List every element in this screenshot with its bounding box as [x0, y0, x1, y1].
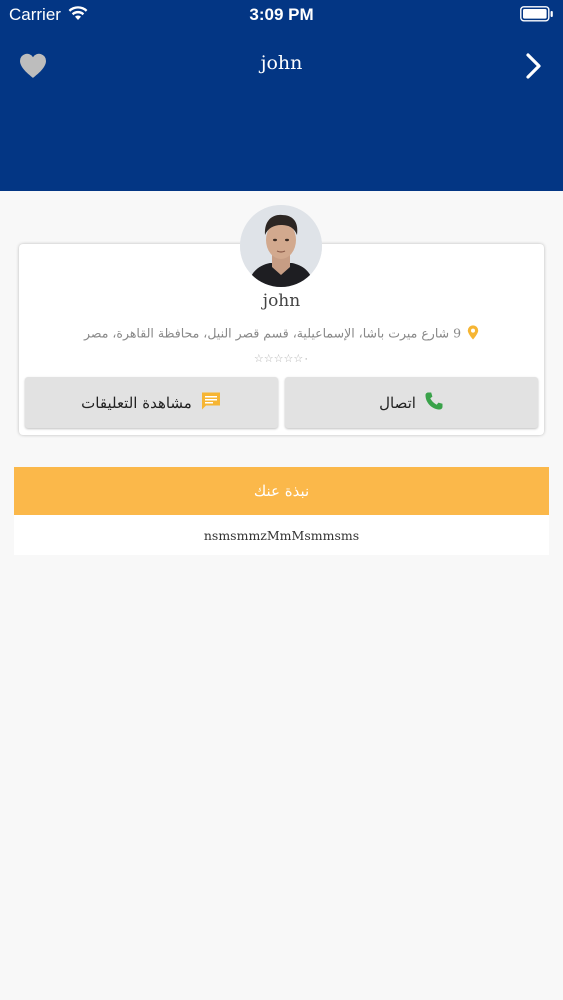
- location-pin-icon: [467, 325, 479, 343]
- address-text: 9 شارع ميرت باشا، الإسماعيلية، قسم قصر ا…: [83, 325, 462, 341]
- navigation-bar: john: [0, 44, 563, 88]
- battery-icon: [520, 6, 554, 27]
- call-button[interactable]: اتصال: [285, 377, 538, 428]
- chevron-right-icon[interactable]: [525, 52, 543, 80]
- about-section-header: نبذة عنك: [14, 467, 549, 515]
- view-comments-label: مشاهدة التعليقات: [81, 393, 192, 412]
- about-text: nsmsmmzMmMsmmsms: [14, 515, 549, 555]
- avatar: [240, 205, 322, 287]
- phone-icon: [416, 391, 444, 415]
- star-rating: ☆☆☆☆☆٠: [253, 352, 310, 365]
- header: Carrier 3:09 PM john: [0, 0, 563, 191]
- page-title: john: [260, 52, 303, 74]
- profile-name: john: [262, 291, 301, 311]
- status-bar: Carrier 3:09 PM: [0, 0, 563, 30]
- call-button-label: اتصال: [379, 393, 416, 412]
- clock: 3:09 PM: [249, 5, 314, 24]
- profile-address: 9 شارع ميرت باشا، الإسماعيلية، قسم قصر ا…: [0, 325, 563, 343]
- comment-icon: [192, 391, 222, 415]
- view-comments-button[interactable]: مشاهدة التعليقات: [25, 377, 278, 428]
